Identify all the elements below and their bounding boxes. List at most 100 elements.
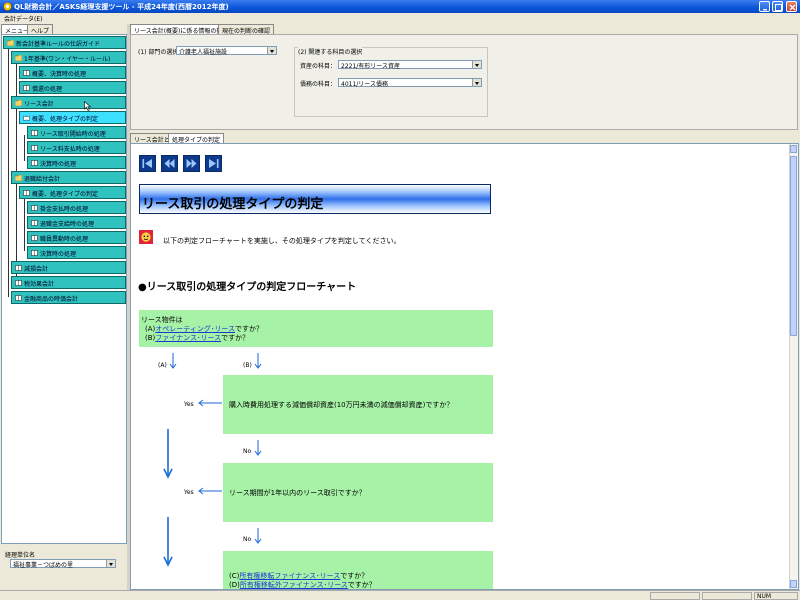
last-page-button[interactable] xyxy=(205,155,222,172)
last-page-icon xyxy=(209,159,219,168)
dept-select-label: (1) 部門の選択 xyxy=(138,49,179,56)
tree-item[interactable]: 償還の処理 xyxy=(19,81,126,94)
arrow-down-icon xyxy=(163,517,173,567)
book-icon xyxy=(31,250,38,256)
yes-label-2: Yes xyxy=(184,489,194,496)
book-icon xyxy=(31,130,38,136)
arrow-down-icon xyxy=(254,353,262,369)
left-tabs: メニュー ヘルプ xyxy=(1,24,127,35)
asset-label: 資産の科目： xyxy=(300,63,337,70)
debt-combo[interactable]: 4011/リース債務 xyxy=(338,78,482,88)
flow-box-q4: (C)所有権移転ファイナンス･リースですか？ (D)所有権移転外ファイナンス･リ… xyxy=(223,551,493,589)
character-icon xyxy=(139,230,153,244)
first-page-button[interactable] xyxy=(139,155,156,172)
tree-item[interactable]: 決算時の処理 xyxy=(27,156,126,169)
maximize-button[interactable] xyxy=(772,1,783,12)
tree-item[interactable]: 掛金支払時の処理 xyxy=(27,201,126,214)
tree-item[interactable]: 金融商品の時価会計 xyxy=(11,291,126,304)
scroll-up-button[interactable] xyxy=(790,145,797,153)
dept-label: 経理単位名 xyxy=(5,552,36,559)
fast-forward-icon xyxy=(186,159,197,168)
tree-item[interactable]: 概要、決算時の処理 xyxy=(19,66,126,79)
tree-item[interactable]: リース取引開始時の処理 xyxy=(27,126,126,139)
tree-item[interactable]: 新会計基準ルールの仕訳ガイド xyxy=(3,36,126,49)
tree-item[interactable]: 概要、処理タイプの判定 xyxy=(19,186,126,199)
settings-panel: (1) 部門の選択 介護老人福祉施設 (2) 関連する科目の選択 資産の科目： … xyxy=(130,34,798,130)
maximize-icon xyxy=(775,4,782,11)
first-page-icon xyxy=(142,159,152,168)
minimize-button[interactable] xyxy=(759,1,770,12)
tree-item[interactable]: 決算時の処理 xyxy=(27,246,126,259)
link-finance-lease[interactable]: ファイナンス･リース xyxy=(155,334,221,342)
tree-item[interactable]: 税効果会計 xyxy=(11,276,126,289)
minimize-icon xyxy=(763,9,767,11)
folder-open-icon xyxy=(15,100,22,106)
book-icon xyxy=(31,205,38,211)
asset-combo[interactable]: 2221/有形リース資産 xyxy=(338,60,482,70)
tab-type-judgment[interactable]: 処理タイプの判定 xyxy=(168,133,225,144)
flow-box-q2: 購入時費用処理する減価償却資産(10万円未満の減価償却資産)ですか？ xyxy=(223,375,493,434)
scroll-down-button[interactable] xyxy=(790,580,797,588)
book-icon xyxy=(31,220,38,226)
scroll-thumb[interactable] xyxy=(790,156,797,336)
close-icon xyxy=(789,4,796,11)
rewind-icon xyxy=(164,159,175,168)
link-ownership-transfer-finance-lease[interactable]: 所有権移転ファイナンス･リース xyxy=(239,572,340,580)
status-cell xyxy=(650,592,700,600)
flowchart-heading: ●リース取引の処理タイプの判定フローチャート xyxy=(138,282,357,293)
book-icon xyxy=(15,265,22,271)
chevron-down-icon[interactable] xyxy=(472,61,481,68)
instruction-text: 以下の判定フローチャートを実施し、その処理タイプを判定してください。 xyxy=(163,237,401,245)
mouse-cursor-icon xyxy=(84,101,92,111)
branch-label-a: (A) xyxy=(158,362,167,369)
book-icon xyxy=(23,70,30,76)
tab-current-judgment[interactable]: 現在の判断の確認 xyxy=(218,24,275,35)
menu-bar: 会計データ(E) xyxy=(0,13,800,23)
tree-item[interactable]: リース料支払時の処理 xyxy=(27,141,126,154)
num-lock-indicator: NUM xyxy=(754,592,798,600)
no-label-2: No xyxy=(243,536,252,543)
book-icon xyxy=(31,235,38,241)
dept-combo[interactable]: 介護老人福祉施設 xyxy=(176,46,277,56)
page-title-banner: リース取引の処理タイプの判定 xyxy=(139,184,491,214)
book-icon xyxy=(23,190,30,196)
arrow-down-icon xyxy=(254,440,262,456)
tree-item[interactable]: 職員異動時の処理 xyxy=(27,231,126,244)
arrow-down-icon xyxy=(163,429,173,479)
prev-page-button[interactable] xyxy=(161,155,178,172)
tab-help[interactable]: ヘルプ xyxy=(27,24,54,35)
debt-label: 債務の科目： xyxy=(300,81,337,88)
flow-box-q3: リース期間が1年以内のリース取引ですか？ xyxy=(223,463,493,522)
branch-label-b: (B) xyxy=(243,362,252,369)
book-icon xyxy=(15,295,22,301)
account-group: (2) 関連する科目の選択 資産の科目： 2221/有形リース資産 債務の科目：… xyxy=(294,47,488,117)
chevron-down-icon[interactable] xyxy=(106,560,115,567)
book-icon xyxy=(31,160,38,166)
yes-label-1: Yes xyxy=(184,401,194,408)
tree-item[interactable]: 減損会計 xyxy=(11,261,126,274)
folder-open-icon xyxy=(15,175,22,181)
close-button[interactable] xyxy=(786,1,797,12)
navigation-tree: 新会計基準ルールの仕訳ガイド 1年基準(ワン・イヤー・ルール) 概要、決算時の処… xyxy=(1,34,127,544)
menu-item-data[interactable]: 会計データ(E) xyxy=(4,14,42,23)
book-open-icon xyxy=(23,115,30,121)
chevron-down-icon[interactable] xyxy=(472,79,481,86)
dept-select[interactable]: 福祉事業－つばめの里 xyxy=(10,559,116,569)
content-panel: リース取引の処理タイプの判定 以下の判定フローチャートを実施し、その処理タイプを… xyxy=(130,143,799,590)
tree-item[interactable]: リース会計 xyxy=(11,96,126,109)
link-operating-lease[interactable]: オペレーティング･リース xyxy=(155,325,235,333)
tree-item[interactable]: 1年基準(ワン・イヤー・ルール) xyxy=(11,51,126,64)
book-icon xyxy=(23,85,30,91)
window-title: QL財務会計／ASKS経理支援ツール - 平成24年度(西暦2012年度) xyxy=(14,3,229,11)
no-label-1: No xyxy=(243,448,252,455)
content-scrollbar[interactable] xyxy=(789,144,798,589)
link-non-ownership-transfer-finance-lease[interactable]: 所有権移転外ファイナンス･リース xyxy=(240,581,348,589)
tree-item-selected[interactable]: 概要、処理タイプの判定 xyxy=(19,111,126,124)
next-page-button[interactable] xyxy=(183,155,200,172)
chevron-down-icon[interactable] xyxy=(267,47,276,54)
tree-item[interactable]: 退職給付会計 xyxy=(11,171,126,184)
arrow-left-icon xyxy=(198,487,222,495)
tree-item[interactable]: 退職金支給時の処理 xyxy=(27,216,126,229)
folder-open-icon xyxy=(7,40,14,46)
app-icon xyxy=(3,2,12,11)
